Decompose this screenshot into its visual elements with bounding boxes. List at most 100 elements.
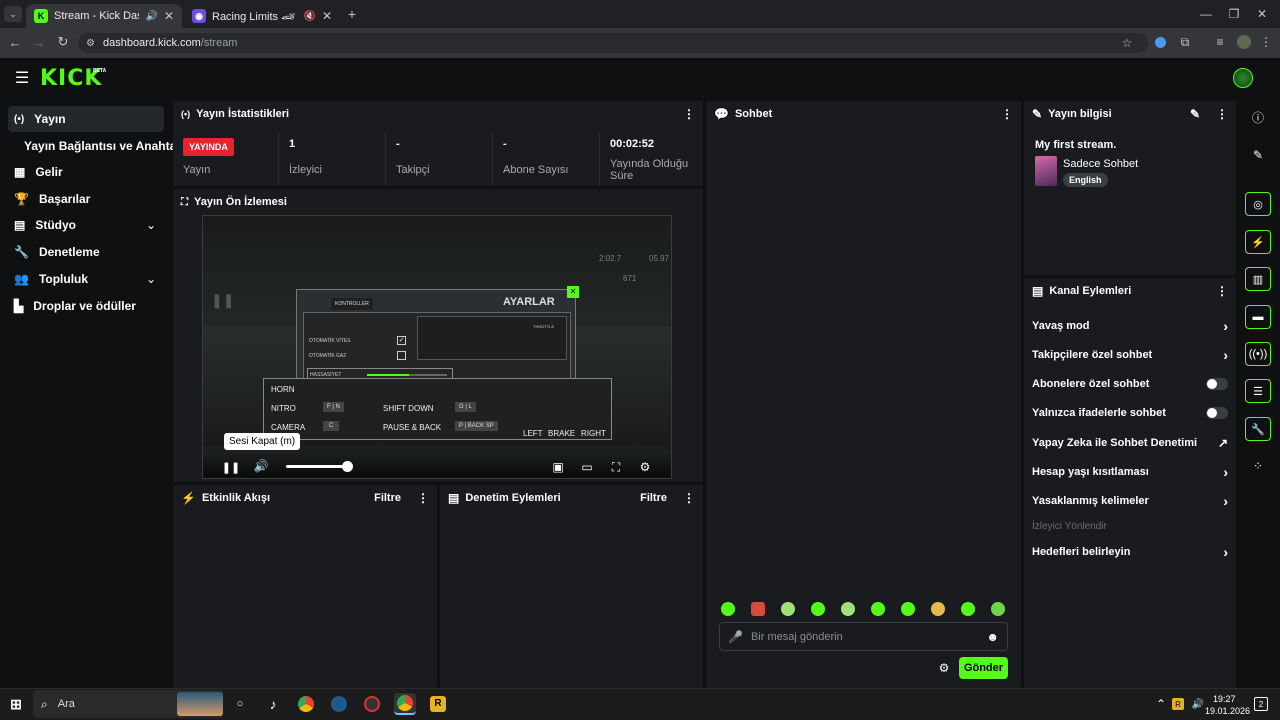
tab-close-icon[interactable]: ✕ (164, 9, 174, 23)
sidebar-item-community[interactable]: 👥 Topluluk (8, 266, 164, 292)
emote-3-icon[interactable] (781, 602, 795, 616)
profile-avatar[interactable] (1237, 35, 1251, 49)
more-options-icon[interactable]: ⋮ (1216, 284, 1228, 298)
ai-moderation-row[interactable]: Yapay Zeka ile Sohbet Denetimi ↗ (1024, 428, 1236, 457)
notifications-icon[interactable]: 2 (1254, 697, 1268, 711)
site-info-icon[interactable]: ⚙ (86, 38, 95, 49)
info-icon[interactable]: ⓘ (1251, 110, 1265, 125)
sidebar-item-moderation[interactable]: 🔧 Denetleme (8, 239, 164, 265)
forward-icon[interactable]: → (32, 35, 46, 50)
chat-settings-icon[interactable]: ⚙ (937, 661, 951, 675)
bookmark-star-icon[interactable]: ☆ (1120, 36, 1134, 50)
browser-menu-icon[interactable]: ⋮ (1260, 35, 1272, 49)
more-options-icon[interactable]: ⋮ (1001, 107, 1013, 121)
emote-2-icon[interactable] (751, 602, 765, 616)
more-actions-icon[interactable]: ⁘ (1251, 459, 1265, 473)
chevron-down-icon[interactable]: ⌄ (144, 218, 158, 232)
volume-slider[interactable] (286, 465, 348, 468)
xbox-icon[interactable] (361, 693, 383, 715)
lightning-action-icon[interactable]: ⚡ (1245, 230, 1271, 254)
sidebar-item-revenue[interactable]: ▦ Gelir (8, 159, 164, 185)
emote-9-icon[interactable] (961, 602, 975, 616)
emote-5-icon[interactable] (841, 602, 855, 616)
emote-8-icon[interactable] (931, 602, 945, 616)
emote-10-icon[interactable] (991, 602, 1005, 616)
tab-close-icon[interactable]: ✕ (322, 9, 332, 23)
followers-only-row[interactable]: Takipçilere özel sohbet › (1024, 340, 1236, 369)
sidebar-item-achievements[interactable]: 🏆 Başarılar (8, 186, 164, 212)
sidebar-item-drops[interactable]: ▙ Droplar ve ödüller (8, 293, 164, 319)
chat-action-icon[interactable]: ▬ (1245, 305, 1271, 329)
extension-blue-icon[interactable] (1155, 37, 1166, 48)
minimize-icon[interactable]: — (1196, 6, 1216, 22)
pencil-icon[interactable]: ✎ (1251, 148, 1265, 162)
subscribers-only-toggle[interactable] (1206, 377, 1228, 390)
sidebar-item-studio[interactable]: ▤ Stüdyo (8, 212, 164, 238)
banned-words-row[interactable]: Yasaklanmış kelimeler › (1024, 486, 1236, 515)
user-avatar[interactable] (1233, 68, 1253, 88)
more-options-icon[interactable]: ⋮ (417, 491, 429, 505)
settings-gear-icon[interactable]: ⚙ (638, 460, 652, 474)
reload-icon[interactable]: ↻ (56, 34, 70, 49)
tab-racing-limits[interactable]: ◉ Racing Limits 🏎 Play on C 🔇 ✕ (184, 4, 340, 28)
volume-slider-knob[interactable] (342, 461, 353, 472)
close-window-icon[interactable]: ✕ (1252, 6, 1272, 22)
broadcast-action-icon[interactable]: ((•)) (1245, 342, 1271, 366)
send-button[interactable]: Gönder (959, 657, 1008, 679)
fullscreen-icon[interactable]: ⛶ (609, 460, 623, 474)
speaker-icon[interactable]: 🔊 (1191, 697, 1205, 711)
microphone-icon[interactable]: 🎤 (728, 630, 743, 644)
windows-start-icon[interactable]: ⊞ (5, 693, 27, 715)
sidebar-item-stream[interactable]: (•) Yayın (8, 106, 164, 132)
chrome-icon[interactable] (295, 693, 317, 715)
extensions-puzzle-icon[interactable]: ⧉ (1178, 35, 1192, 49)
slow-mode-row[interactable]: Yavaş mod › (1024, 311, 1236, 340)
chevron-down-icon[interactable]: ⌄ (144, 272, 158, 286)
modlog-filter-button[interactable]: Filtre (640, 492, 667, 504)
volume-icon[interactable]: 🔊 (253, 459, 269, 473)
edit-pencil-icon[interactable]: ✎ (1190, 107, 1200, 121)
tab-audio-icon[interactable]: 🔊 (145, 11, 157, 22)
chat-input[interactable]: 🎤 Bir mesaj gönderin ☻ (719, 622, 1008, 651)
wrench-action-icon[interactable]: 🔧 (1245, 417, 1271, 441)
tiktok-icon[interactable]: ♪ (262, 693, 284, 715)
emote-6-icon[interactable] (871, 602, 885, 616)
clip-icon[interactable]: ◎ (1245, 192, 1271, 216)
theater-mode-icon[interactable]: ▭ (580, 460, 594, 474)
hamburger-menu-icon[interactable]: ☰ (14, 70, 30, 87)
activity-filter-button[interactable]: Filtre (374, 492, 401, 504)
sidebar-item-stream-key[interactable]: Yayın Bağlantısı ve Anahtarı (18, 133, 184, 159)
tray-app-icon[interactable]: R (1172, 698, 1184, 710)
set-goals-row[interactable]: Hedefleri belirleyin › (1024, 537, 1236, 566)
media-controls-icon[interactable]: ≡ (1213, 35, 1227, 49)
back-icon[interactable]: ← (8, 35, 22, 50)
app-r-icon[interactable]: R (427, 693, 449, 715)
picture-in-picture-icon[interactable]: ▣ (551, 460, 565, 474)
emotes-only-toggle[interactable] (1206, 406, 1228, 419)
emote-1-icon[interactable] (721, 602, 735, 616)
tab-kick-dashboard[interactable]: K Stream - Kick Dashboard 🔊 ✕ (26, 4, 182, 28)
account-age-row[interactable]: Hesap yaşı kısıtlaması › (1024, 457, 1236, 486)
task-view-icon[interactable]: ○ (229, 693, 251, 715)
clock-date[interactable]: 19.01.2026 (1205, 706, 1250, 716)
emote-4-icon[interactable] (811, 602, 825, 616)
maximize-icon[interactable]: ❐ (1224, 6, 1244, 22)
tray-chevron-icon[interactable]: ⌃ (1155, 697, 1167, 711)
more-options-icon[interactable]: ⋮ (683, 491, 695, 505)
steam-icon[interactable] (328, 693, 350, 715)
clipboard-icon[interactable]: ▥ (1245, 267, 1271, 291)
emoji-icon[interactable]: ☻ (986, 630, 999, 644)
more-options-icon[interactable]: ⋮ (1216, 107, 1228, 121)
taskbar-search[interactable]: ⌕ Ara (33, 690, 223, 718)
more-options-icon[interactable]: ⋮ (683, 107, 695, 121)
tab-muted-icon[interactable]: 🔇 (303, 11, 315, 22)
layout-icon[interactable]: ☰ (1245, 379, 1271, 403)
chrome-active-icon[interactable] (394, 693, 416, 715)
new-tab-icon[interactable]: + (344, 6, 360, 22)
clock-time[interactable]: 19:27 (1213, 694, 1236, 704)
pause-icon[interactable]: ❚❚ (222, 460, 240, 474)
url-field[interactable]: ⚙ dashboard.kick.com/stream (78, 33, 1148, 53)
video-player[interactable]: 2:02.7 05.97 671 ❚❚ KONTROLLER AYARLAR ✕… (202, 215, 672, 479)
emote-7-icon[interactable] (901, 602, 915, 616)
tab-search-icon[interactable]: ⌄ (4, 6, 22, 22)
